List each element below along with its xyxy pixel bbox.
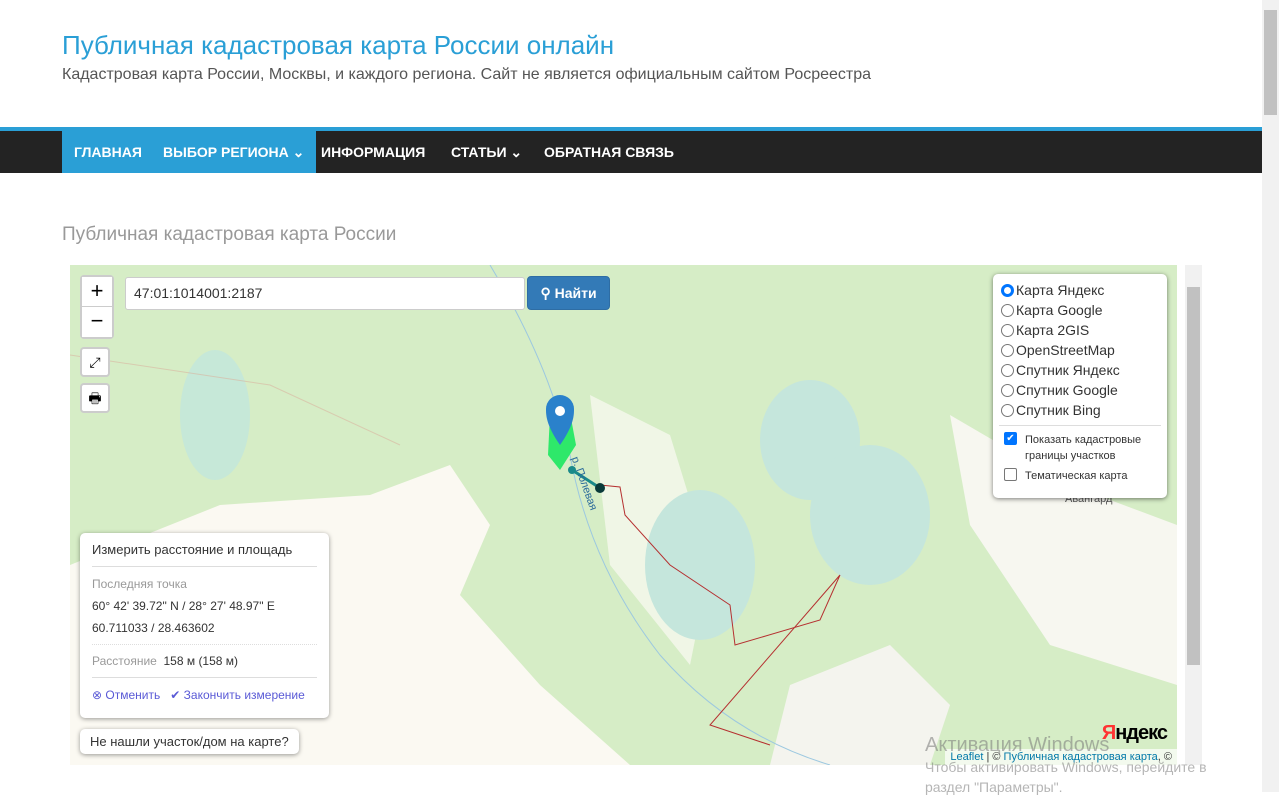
finish-label: Закончить измерение (183, 688, 305, 702)
overlay-cadastral-borders[interactable]: ✔ Показать кадастровые границы участков (1001, 432, 1159, 464)
find-label: Найти (554, 285, 597, 301)
map[interactable]: р. Полевая Авангард + − ⤢ 🖶 47:01:101400… (70, 265, 1177, 765)
cadastral-search-input[interactable]: 47:01:1014001:2187 (125, 277, 525, 310)
cancel-label: Отменить (105, 688, 161, 702)
measure-title: Измерить расстояние и площадь (92, 533, 317, 567)
last-point-label: Последняя точка (92, 577, 187, 591)
layer-label: Спутник Bing (1016, 402, 1101, 418)
layer-google-map[interactable]: Карта Google (1001, 300, 1159, 320)
divider (999, 425, 1161, 426)
layer-yandex-satellite[interactable]: Спутник Яндекс (1001, 360, 1159, 380)
main-nav: ГЛАВНАЯ ВЫБОР РЕГИОНА ⌄ ИНФОРМАЦИЯ СТАТЬ… (0, 127, 1262, 173)
watermark-line: раздел "Параметры". (925, 779, 1063, 795)
attribution-sep: | © (983, 751, 1004, 763)
nav-feedback[interactable]: ОБРАТНАЯ СВЯЗЬ (532, 131, 686, 173)
distance-label: Расстояние (92, 654, 157, 668)
layer-label: Карта Яндекс (1016, 282, 1105, 298)
map-scrollbar[interactable] (1185, 265, 1202, 765)
page-scrollbar[interactable] (1262, 0, 1279, 792)
yandex-logo: Яндекс (1101, 722, 1168, 744)
coords-decimal: 60.711033 / 28.463602 (92, 621, 317, 645)
find-button[interactable]: ⚲ Найти (527, 276, 610, 310)
layer-2gis-map[interactable]: Карта 2GIS (1001, 320, 1159, 340)
pkk-link[interactable]: Публичная кадастровая карта (1004, 751, 1158, 763)
layer-google-satellite[interactable]: Спутник Google (1001, 380, 1159, 400)
attribution: Leaflet | © Публичная кадастровая карта,… (945, 749, 1177, 765)
zoom-out-button[interactable]: − (82, 307, 112, 337)
page-title: Публичная кадастровая карта России (62, 224, 397, 245)
search-icon: ⚲ (540, 285, 555, 301)
overlay-thematic-map[interactable]: Тематическая карта (1001, 468, 1159, 484)
overlay-label: Показать кадастровые границы участков (1025, 434, 1142, 462)
cancel-icon: ⊗ (92, 688, 103, 702)
site-description: Кадастровая карта России, Москвы, и кажд… (62, 66, 872, 83)
zoom-in-button[interactable]: + (82, 277, 112, 307)
site-title[interactable]: Публичная кадастровая карта России онлай… (62, 30, 614, 61)
nav-home[interactable]: ГЛАВНАЯ (62, 131, 154, 173)
nav-articles[interactable]: СТАТЬИ ⌄ (439, 131, 534, 173)
layer-label: Спутник Google (1016, 382, 1118, 398)
cancel-measure-button[interactable]: ⊗ Отменить (92, 688, 160, 702)
layer-osm[interactable]: OpenStreetMap (1001, 340, 1159, 360)
leaflet-link[interactable]: Leaflet (950, 751, 983, 763)
layer-bing-satellite[interactable]: Спутник Bing (1001, 400, 1159, 420)
nav-region[interactable]: ВЫБОР РЕГИОНА ⌄ (151, 131, 317, 173)
zoom-control: + − (80, 275, 114, 339)
attribution-tail: , © (1157, 751, 1172, 763)
measure-panel: Измерить расстояние и площадь Последняя … (80, 533, 329, 718)
coords-dms: 60° 42' 39.72" N / 28° 27' 48.97" E (92, 599, 275, 613)
check-icon: ✔ (170, 688, 181, 702)
checkbox[interactable] (1004, 468, 1017, 481)
fullscreen-icon[interactable]: ⤢ (80, 347, 110, 377)
layers-control: Карта Яндекс Карта Google Карта 2GIS Ope… (993, 274, 1167, 498)
layer-label: Карта Google (1016, 302, 1103, 318)
not-found-button[interactable]: Не нашли участок/дом на карте? (80, 729, 299, 754)
nav-info[interactable]: ИНФОРМАЦИЯ (309, 131, 437, 173)
finish-measure-button[interactable]: ✔ Закончить измерение (170, 688, 305, 702)
distance-value: 158 м (158 м) (163, 654, 239, 668)
overlay-label: Тематическая карта (1025, 470, 1128, 482)
layer-label: Спутник Яндекс (1016, 362, 1120, 378)
layer-yandex-map[interactable]: Карта Яндекс (1001, 280, 1159, 300)
layer-label: OpenStreetMap (1016, 342, 1115, 358)
print-icon[interactable]: 🖶 (80, 383, 110, 413)
layer-label: Карта 2GIS (1016, 322, 1090, 338)
checkbox-checked[interactable]: ✔ (1004, 432, 1017, 445)
